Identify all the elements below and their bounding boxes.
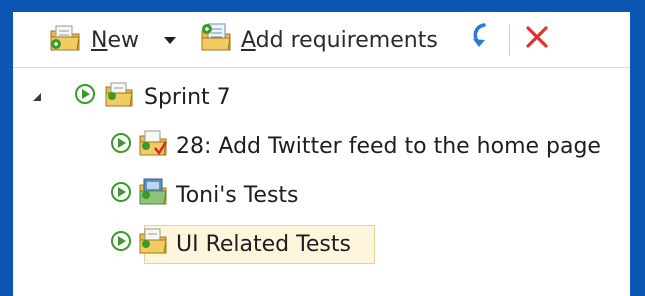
static-suite-folder-icon (138, 226, 168, 262)
new-button[interactable]: New (49, 22, 139, 58)
run-play-icon[interactable] (110, 181, 132, 209)
add-requirements-button[interactable]: Add requirements (199, 22, 438, 58)
tree-node-label: UI Related Tests (176, 231, 351, 257)
tree-node-sprint-7[interactable]: Sprint 7 (30, 79, 231, 115)
tree-node-label: Toni's Tests (176, 182, 299, 208)
test-plan-panel: New Add requirements Sprint 7 28: Add Tw… (13, 12, 630, 296)
requirement-suite-icon (138, 128, 168, 164)
run-play-icon[interactable] (110, 132, 132, 160)
tree-node-label: 28: Add Twitter feed to the home page (176, 133, 601, 159)
new-suite-folder-icon (49, 22, 81, 58)
new-button-label: New (91, 27, 139, 53)
tree-node-requirement-28[interactable]: 28: Add Twitter feed to the home page (110, 128, 601, 164)
toolbar-separator (509, 24, 510, 56)
tree-node-ui-related-tests[interactable]: UI Related Tests (110, 226, 351, 262)
collapse-triangle-icon[interactable] (30, 85, 46, 110)
run-play-icon[interactable] (110, 230, 132, 258)
delete-button[interactable] (524, 22, 550, 58)
add-requirements-label: Add requirements (241, 27, 438, 53)
delete-x-icon (524, 24, 550, 56)
new-dropdown-button[interactable] (163, 22, 177, 58)
refresh-button[interactable] (469, 22, 493, 58)
query-suite-icon (138, 177, 168, 213)
run-play-icon[interactable] (74, 83, 96, 111)
add-requirements-icon (199, 21, 233, 59)
tree-node-label: Sprint 7 (144, 84, 231, 110)
dropdown-arrow-icon (163, 28, 177, 53)
window-frame: New Add requirements Sprint 7 28: Add Tw… (0, 0, 645, 296)
toolbar: New Add requirements (13, 12, 630, 68)
tree-node-tonis-tests[interactable]: Toni's Tests (110, 177, 299, 213)
suite-folder-icon (104, 80, 134, 114)
refresh-arrow-icon (469, 22, 493, 58)
